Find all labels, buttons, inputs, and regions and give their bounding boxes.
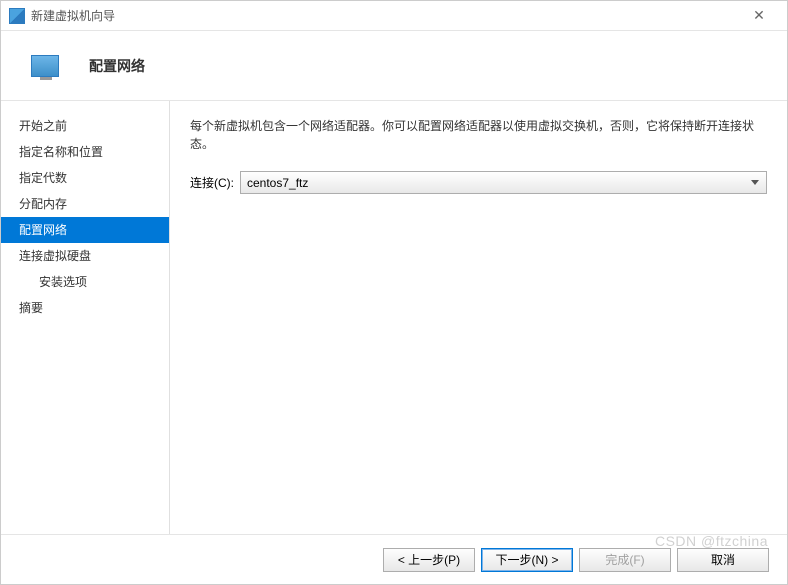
connection-select[interactable]: centos7_ftz (240, 171, 767, 194)
finish-button[interactable]: 完成(F) (579, 548, 671, 572)
next-button[interactable]: 下一步(N) > (481, 548, 573, 572)
description-text: 每个新虚拟机包含一个网络适配器。你可以配置网络适配器以使用虚拟交换机，否则，它将… (190, 117, 767, 153)
step-sidebar: 开始之前 指定名称和位置 指定代数 分配内存 配置网络 连接虚拟硬盘 安装选项 … (1, 101, 169, 534)
monitor-icon (31, 55, 59, 77)
sidebar-item-summary[interactable]: 摘要 (1, 295, 169, 321)
sidebar-item-memory[interactable]: 分配内存 (1, 191, 169, 217)
connection-row: 连接(C): centos7_ftz (190, 171, 767, 194)
cancel-button[interactable]: 取消 (677, 548, 769, 572)
connection-select-wrap: centos7_ftz (240, 171, 767, 194)
window-title: 新建虚拟机向导 (31, 7, 739, 24)
app-icon (9, 8, 25, 24)
back-button[interactable]: < 上一步(P) (383, 548, 475, 572)
sidebar-item-generation[interactable]: 指定代数 (1, 165, 169, 191)
sidebar-item-before-you-begin[interactable]: 开始之前 (1, 113, 169, 139)
sidebar-item-networking[interactable]: 配置网络 (1, 217, 169, 243)
main-panel: 每个新虚拟机包含一个网络适配器。你可以配置网络适配器以使用虚拟交换机，否则，它将… (169, 101, 787, 534)
titlebar: 新建虚拟机向导 ✕ (1, 1, 787, 31)
sidebar-item-name-location[interactable]: 指定名称和位置 (1, 139, 169, 165)
wizard-header: 配置网络 (1, 31, 787, 101)
sidebar-item-vhd[interactable]: 连接虚拟硬盘 (1, 243, 169, 269)
page-title: 配置网络 (89, 56, 145, 76)
wizard-footer: < 上一步(P) 下一步(N) > 完成(F) 取消 (1, 534, 787, 584)
wizard-body: 开始之前 指定名称和位置 指定代数 分配内存 配置网络 连接虚拟硬盘 安装选项 … (1, 101, 787, 534)
connection-label: 连接(C): (190, 174, 234, 191)
sidebar-item-install-options[interactable]: 安装选项 (1, 269, 169, 295)
close-button[interactable]: ✕ (739, 2, 779, 30)
